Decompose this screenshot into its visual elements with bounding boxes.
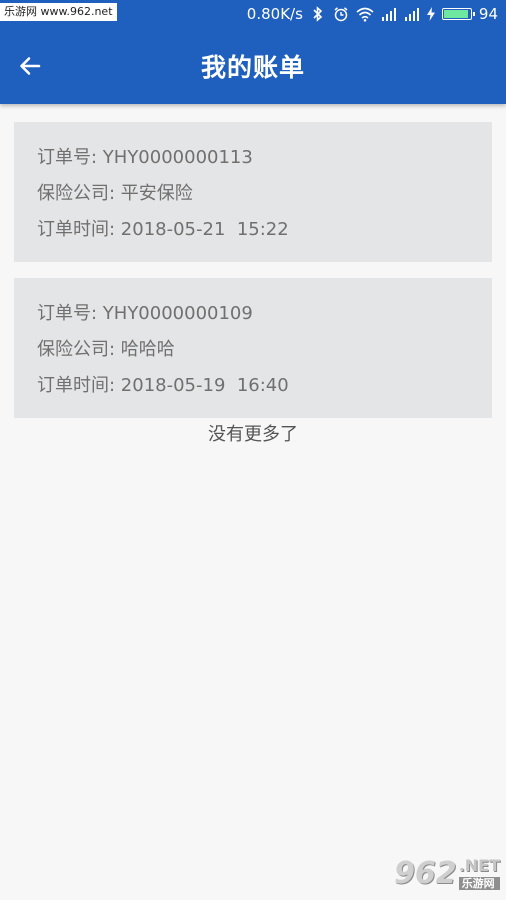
logo-number: 962: [394, 856, 457, 891]
order-number: 订单号: YHY0000000109: [37, 303, 253, 324]
watermark-logo: 962 .NET 乐游网: [368, 852, 500, 896]
logo-suffix: .NET: [458, 856, 500, 875]
status-bar-right: 0.80K/s 94: [247, 4, 498, 24]
logo-name: 乐游网: [458, 877, 500, 890]
battery-fill: [443, 10, 468, 18]
order-time: 订单时间: 2018-05-21 15:22: [37, 219, 289, 240]
order-card[interactable]: 订单号: YHY0000000109 保险公司: 哈哈哈 订单时间: 2018-…: [14, 278, 492, 418]
order-number: 订单号: YHY0000000113: [37, 147, 253, 168]
order-time: 订单时间: 2018-05-19 16:40: [37, 375, 289, 396]
alarm-icon: [333, 6, 349, 22]
insurance-company: 保险公司: 哈哈哈: [37, 339, 175, 360]
charging-icon: [426, 7, 435, 21]
status-bar: 乐游网 www.962.net 0.80K/s 94: [0, 0, 506, 28]
watermark-tag: 乐游网 www.962.net: [0, 3, 117, 21]
app-bar: 我的账单: [0, 28, 506, 104]
no-more-text: 没有更多了: [208, 424, 298, 445]
battery-level: 94: [478, 5, 498, 23]
screen: 乐游网 www.962.net 0.80K/s 94 我的账单 订单号: YHY…: [0, 0, 506, 900]
bluetooth-icon: [310, 6, 326, 22]
signal-icon: [381, 7, 397, 21]
header: 乐游网 www.962.net 0.80K/s 94 我的账单: [0, 0, 506, 104]
page-title: 我的账单: [200, 53, 305, 82]
wifi-icon: [356, 7, 374, 22]
signal-icon: [404, 7, 420, 21]
order-card[interactable]: 订单号: YHY0000000113 保险公司: 平安保险 订单时间: 2018…: [14, 122, 492, 262]
insurance-company: 保险公司: 平安保险: [37, 183, 193, 204]
battery-icon: [441, 8, 475, 20]
order-list: 订单号: YHY0000000113 保险公司: 平安保险 订单时间: 2018…: [14, 122, 492, 434]
network-speed: 0.80K/s: [246, 5, 303, 23]
